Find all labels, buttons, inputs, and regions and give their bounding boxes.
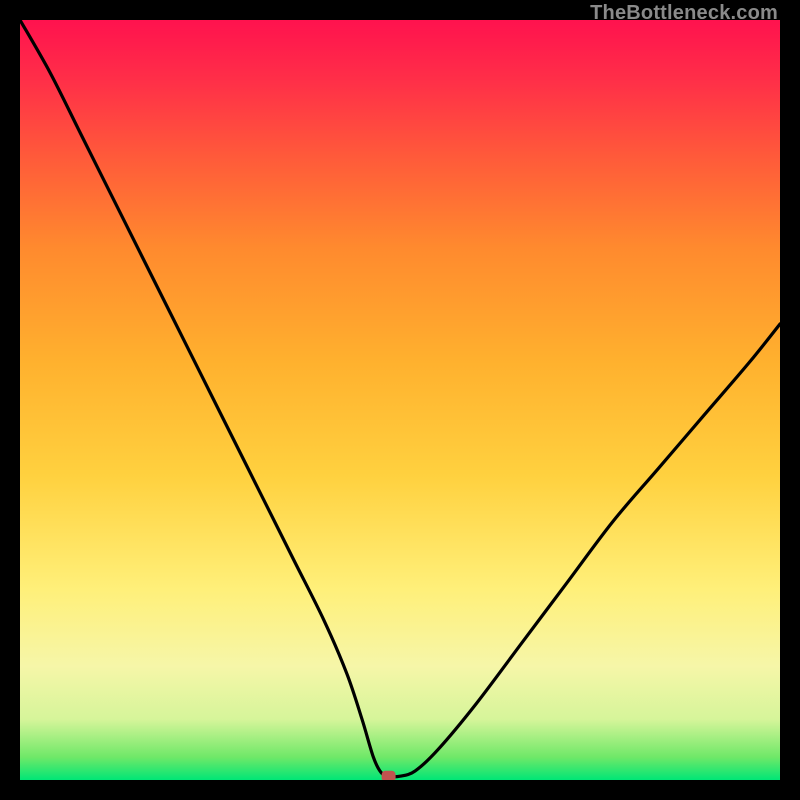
chart-canvas [20, 20, 780, 780]
optimal-marker [382, 771, 396, 780]
chart-frame: TheBottleneck.com [0, 0, 800, 800]
gradient-background [20, 20, 780, 780]
plot-area [20, 20, 780, 780]
